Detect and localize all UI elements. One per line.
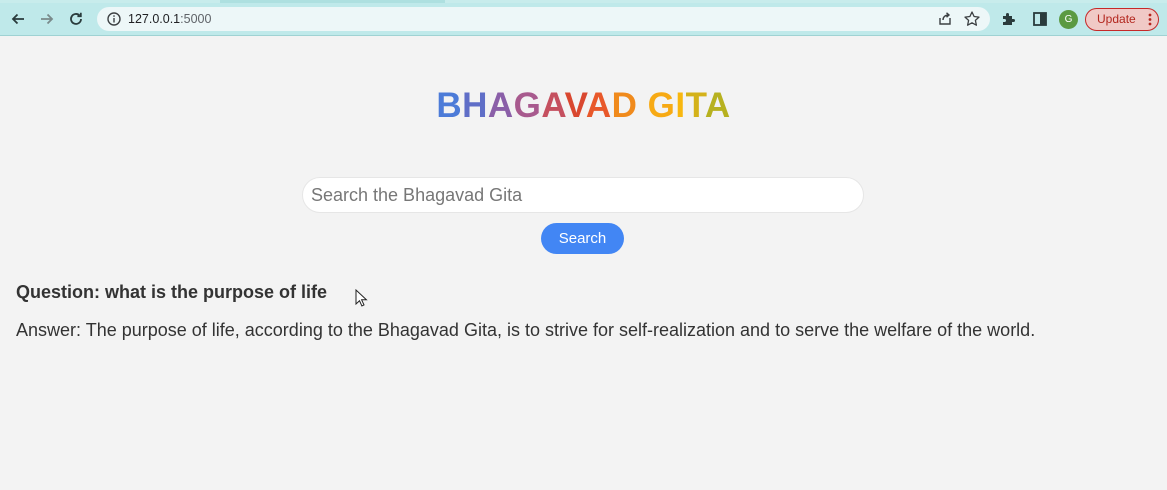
- forward-button[interactable]: [35, 7, 59, 31]
- title-letter: A: [704, 86, 731, 125]
- title-letter: A: [585, 86, 612, 125]
- update-label: Update: [1097, 12, 1136, 26]
- profile-avatar[interactable]: G: [1059, 10, 1078, 29]
- side-panel-icon[interactable]: [1031, 10, 1049, 28]
- title-letter: B: [436, 86, 463, 125]
- title-letter: I: [675, 86, 686, 125]
- title-letter: H: [462, 86, 488, 125]
- url-host: 127.0.0.1: [128, 12, 181, 26]
- bookmark-star-icon[interactable]: [963, 10, 981, 28]
- search-button[interactable]: Search: [541, 223, 624, 254]
- browser-toolbar: 127.0.0.1:5000 G Update: [0, 3, 1167, 36]
- title-letter: G: [647, 86, 676, 125]
- extensions-puzzle-icon[interactable]: [1000, 10, 1018, 28]
- title-letter: G: [513, 86, 542, 125]
- title-letter: A: [487, 86, 514, 125]
- back-arrow-icon: [11, 13, 24, 25]
- title-space: [637, 86, 647, 125]
- url-text[interactable]: 127.0.0.1:5000: [128, 11, 211, 27]
- title-letter: A: [541, 86, 565, 125]
- title-letter: V: [564, 86, 586, 125]
- mouse-pointer-icon: [355, 289, 368, 307]
- forward-arrow-icon: [41, 13, 54, 25]
- search-input[interactable]: [302, 177, 864, 213]
- reload-icon: [70, 12, 82, 25]
- url-port: :5000: [180, 12, 212, 26]
- update-button[interactable]: Update: [1085, 8, 1159, 31]
- site-info-icon[interactable]: [106, 11, 122, 27]
- address-bar[interactable]: 127.0.0.1:5000: [97, 7, 990, 31]
- page-title: BHAGAVAD GITA: [0, 86, 1167, 126]
- back-button[interactable]: [6, 7, 30, 31]
- title-letter: T: [685, 86, 705, 125]
- title-letter: D: [611, 86, 638, 125]
- question-text: Question: what is the purpose of life: [16, 282, 328, 302]
- answer-text: Answer: The purpose of life, according t…: [16, 320, 1036, 340]
- kebab-menu-icon[interactable]: [1148, 13, 1152, 26]
- reload-button[interactable]: [64, 7, 88, 31]
- share-icon[interactable]: [937, 11, 953, 27]
